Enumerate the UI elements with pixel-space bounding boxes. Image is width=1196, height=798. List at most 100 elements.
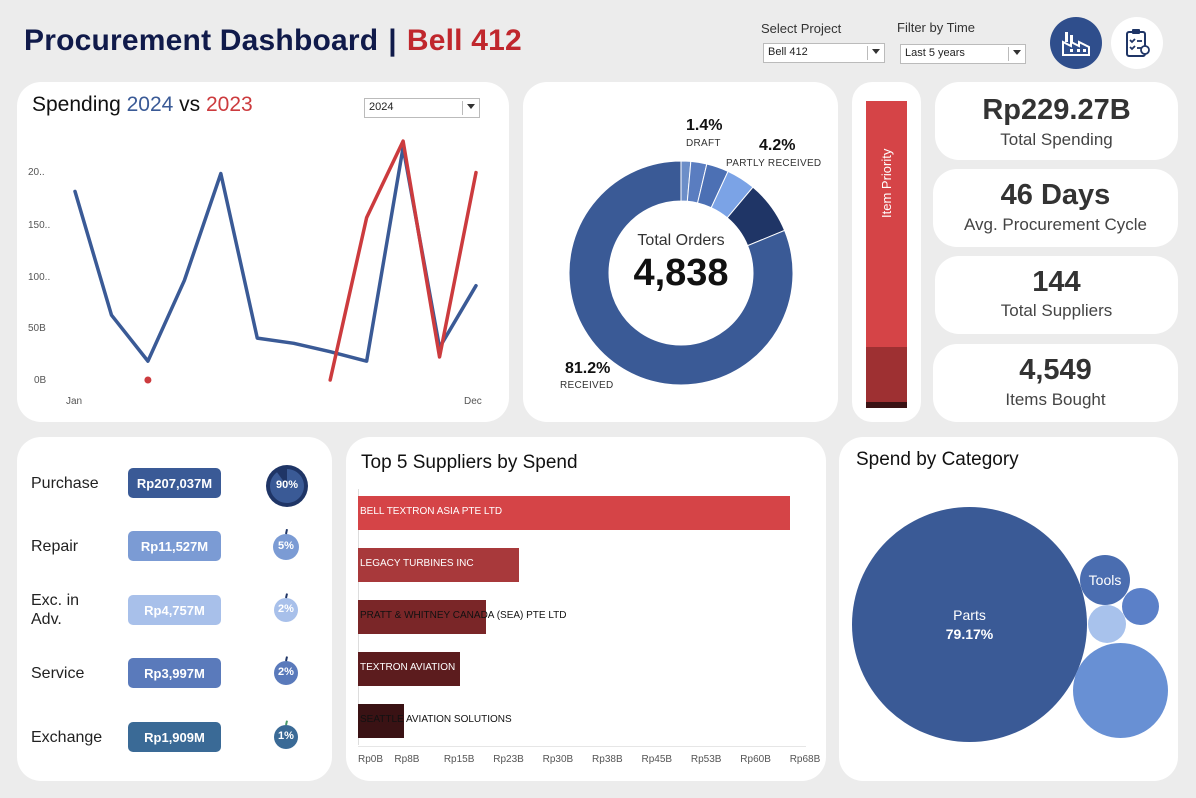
orders-card: Total Orders 4,838 1.4% DRAFT 4.2% PARTL… xyxy=(523,82,838,422)
series-line-2024[interactable] xyxy=(73,145,478,363)
type-amount-pill: Rp1,909M xyxy=(128,722,221,752)
bubble-parts-label: Parts xyxy=(953,607,986,623)
type-share-gauge: 2% xyxy=(273,593,299,623)
type-amount: Rp1,909M xyxy=(144,729,205,745)
filter-time-dropdown[interactable]: Last 5 years xyxy=(900,44,1026,64)
type-amount: Rp11,527M xyxy=(140,538,209,554)
supplier-label: SEATTLE AVIATION SOLUTIONS xyxy=(360,714,512,725)
gauge-tick xyxy=(285,528,288,535)
type-name: Purchase xyxy=(31,475,99,492)
type-amount-pill: Rp4,757M xyxy=(128,595,221,625)
select-project-label: Select Project xyxy=(761,21,842,36)
spending-line-chart xyxy=(73,139,478,384)
kpi-label: Items Bought xyxy=(1005,390,1106,409)
checklist-button[interactable] xyxy=(1111,17,1163,69)
gauge-pct: 1% xyxy=(278,730,294,742)
bubble-tools-label: Tools xyxy=(1088,572,1122,588)
kpi-label: Avg. Procurement Cycle xyxy=(964,215,1147,234)
type-amount: Rp207,037M xyxy=(136,475,213,491)
kpi-total-spending: Rp229.27B Total Spending xyxy=(935,82,1178,160)
type-amount: Rp3,997M xyxy=(144,665,205,681)
bubble-parts-pct: 79.17% xyxy=(945,626,994,642)
series-line-2023[interactable] xyxy=(328,139,478,382)
x-tick: Rp30B xyxy=(542,754,574,765)
kpi-value: 4,549 xyxy=(1019,354,1092,386)
series-point-2023[interactable] xyxy=(144,376,152,384)
suppliers-card: Top 5 Suppliers by Spend BELL TEXTRON AS… xyxy=(346,437,826,781)
clipboard-checklist-icon xyxy=(1126,29,1150,57)
gauge-pct: 5% xyxy=(278,540,294,552)
bubble-category[interactable] xyxy=(1073,643,1168,738)
type-amount: Rp4,757M xyxy=(144,602,205,618)
x-tick: Rp15B xyxy=(443,754,475,765)
type-share-gauge: 5% xyxy=(272,528,300,561)
type-amount-pill: Rp207,037M xyxy=(128,468,221,498)
partly-received-pct: 4.2% xyxy=(759,137,796,154)
bubble-category[interactable] xyxy=(1122,588,1159,625)
draft-pct: 1.4% xyxy=(686,117,723,134)
spending-card: Spending 2024 vs 2023 2024 20.. 150.. 10… xyxy=(17,82,509,422)
gauge-tick xyxy=(285,720,288,726)
x-tick: Rp53B xyxy=(690,754,722,765)
donut-center-value: 4,838 xyxy=(633,252,729,294)
type-name: Exc. in Adv. xyxy=(31,592,80,628)
kpi-value: 144 xyxy=(1032,266,1081,298)
page-title: Procurement Dashboard | Bell 412 xyxy=(24,24,522,58)
type-amount-pill: Rp3,997M xyxy=(128,658,221,688)
gauge-pct: 2% xyxy=(278,666,294,678)
dropdown-divider xyxy=(1008,47,1009,61)
type-share-gauge: 1% xyxy=(273,720,299,750)
gauge-tick xyxy=(285,656,288,662)
donut-center-label: Total Orders xyxy=(637,232,725,249)
kpi-total-suppliers: 144 Total Suppliers xyxy=(935,256,1178,334)
bubble-category[interactable] xyxy=(1088,605,1126,643)
gauge-tick xyxy=(285,593,288,599)
chevron-down-icon xyxy=(1013,50,1021,55)
supplier-label: BELL TEXTRON ASIA PTE LTD xyxy=(360,506,503,517)
partly-received-label: PARTLY RECEIVED xyxy=(726,158,822,169)
supplier-label: TEXTRON AVIATION xyxy=(360,662,456,673)
gauge-pct: 2% xyxy=(278,603,294,615)
kpi-value: Rp229.27B xyxy=(982,94,1131,126)
chevron-down-icon xyxy=(872,49,880,54)
priority-segment[interactable] xyxy=(866,346,907,402)
x-tick: Rp0B xyxy=(358,754,384,765)
type-amount-pill: Rp11,527M xyxy=(128,531,221,561)
item-priority-label: Item Priority xyxy=(879,148,894,218)
select-project-value: Bell 412 xyxy=(768,46,808,58)
x-tick: Rp68B xyxy=(789,754,821,765)
supplier-label: PRATT & WHITNEY CANADA (SEA) PTE LTD xyxy=(360,610,567,621)
title-text: Procurement Dashboard xyxy=(24,24,379,57)
received-label: RECEIVED xyxy=(560,380,614,391)
title-project: Bell 412 xyxy=(406,24,522,57)
category-card: Spend by Category Parts 79.17% Tools xyxy=(839,437,1178,781)
suppliers-bar-chart: BELL TEXTRON ASIA PTE LTD LEGACY TURBINES… xyxy=(346,437,826,781)
select-project-dropdown[interactable]: Bell 412 xyxy=(763,43,885,63)
x-tick: Rp60B xyxy=(740,754,771,765)
dropdown-divider xyxy=(867,46,868,60)
priority-segment[interactable] xyxy=(866,401,907,408)
procurement-type-card: Purchase Rp207,037M 90% Repair Rp11,527M… xyxy=(17,437,332,781)
x-tick: Rp38B xyxy=(592,754,623,765)
kpi-label: Total Spending xyxy=(1000,130,1113,149)
kpi-label: Total Suppliers xyxy=(1000,301,1113,320)
type-name: Repair xyxy=(31,538,79,555)
factory-button[interactable] xyxy=(1050,17,1102,69)
type-name: Service xyxy=(31,665,85,682)
gauge-pct: 90% xyxy=(275,479,299,491)
x-tick: Rp45B xyxy=(641,754,673,765)
received-pct: 81.2% xyxy=(565,360,611,377)
type-share-gauge: 90% xyxy=(265,464,309,508)
kpi-procurement-cycle: 46 Days Avg. Procurement Cycle xyxy=(933,169,1178,247)
x-axis-line xyxy=(358,746,806,747)
type-share-gauge: 2% xyxy=(273,656,299,686)
item-priority-card: Item Priority xyxy=(852,82,921,422)
kpi-items-bought: 4,549 Items Bought xyxy=(933,344,1178,422)
factory-icon xyxy=(1062,32,1090,56)
x-tick: Rp8B xyxy=(394,754,420,765)
filter-time-value: Last 5 years xyxy=(905,47,965,59)
supplier-label: LEGACY TURBINES INC xyxy=(360,558,474,569)
category-title: Spend by Category xyxy=(856,449,1019,470)
bubble-parts[interactable] xyxy=(852,507,1087,742)
x-tick: Rp23B xyxy=(493,754,524,765)
